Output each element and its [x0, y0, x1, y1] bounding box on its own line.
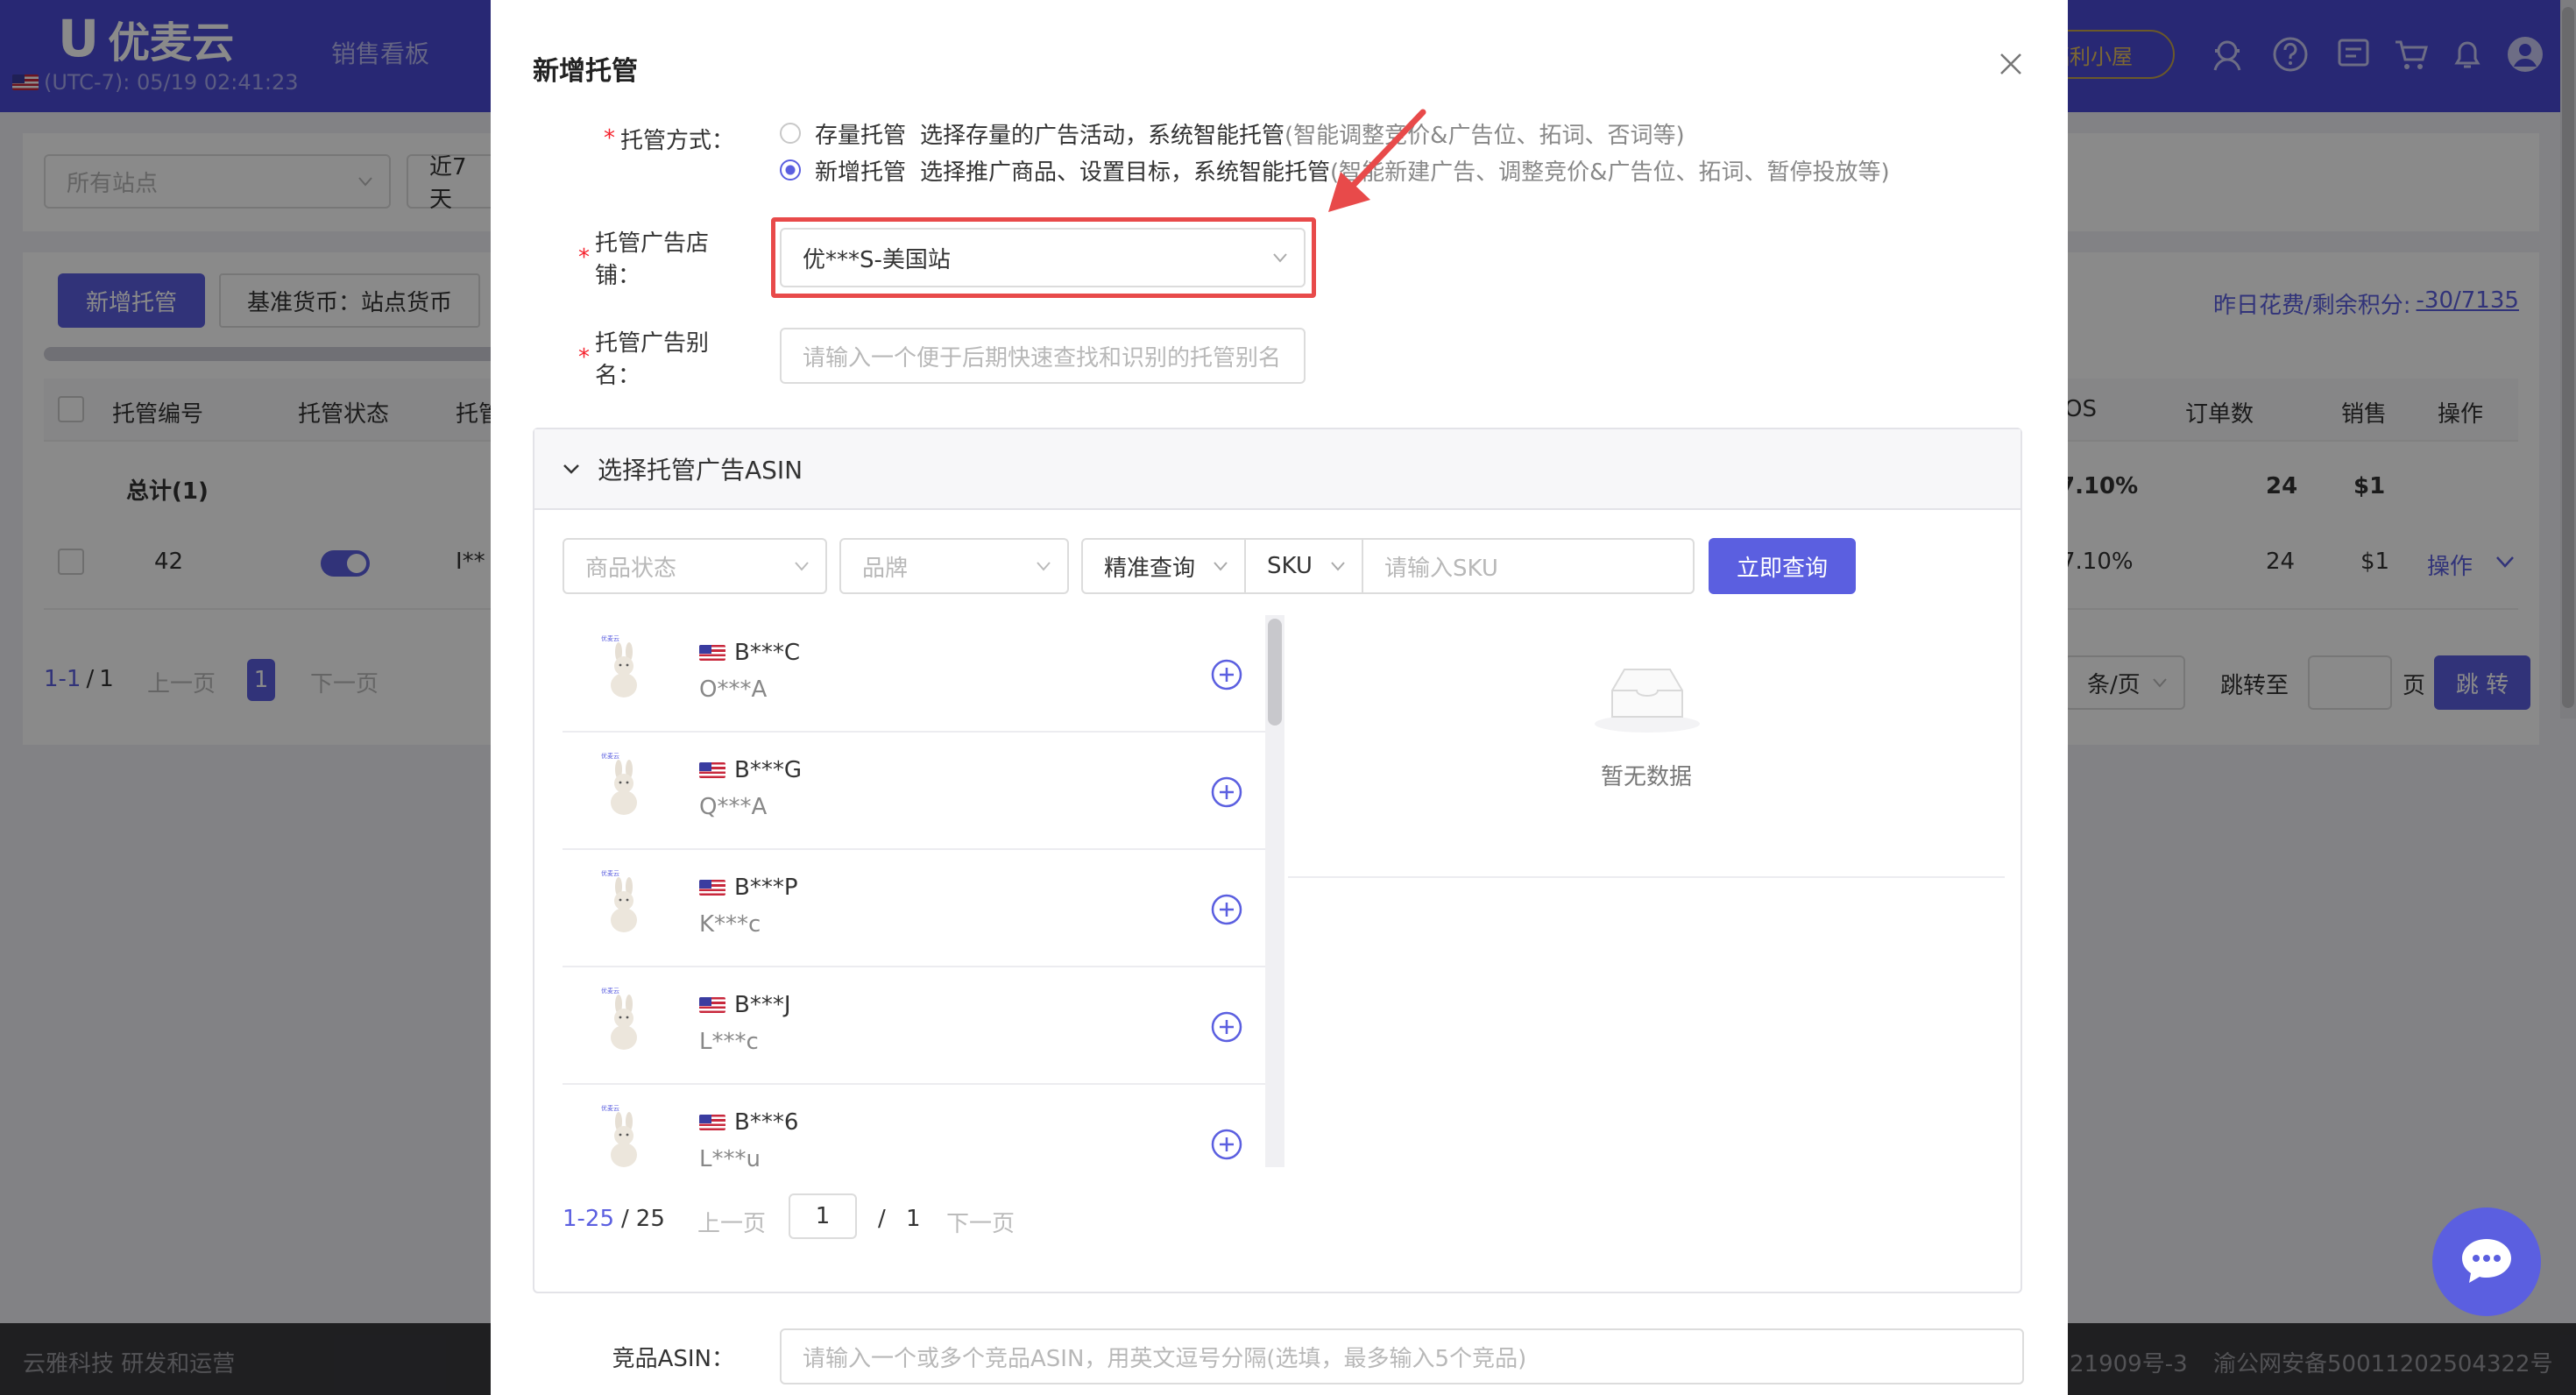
- us-flag-icon: [699, 762, 725, 778]
- chat-button[interactable]: [2432, 1207, 2541, 1316]
- alias-input[interactable]: 请输入一个便于后期快速查找和识别的托管别名: [780, 328, 1306, 384]
- list-item[interactable]: 优麦云 B***C O***A: [563, 615, 1265, 733]
- product-asin: B***J: [699, 992, 791, 1018]
- asin-page-count: 1: [906, 1206, 921, 1232]
- asin-next-page[interactable]: 下一页: [946, 1206, 1015, 1238]
- product-sku: L***u: [699, 1146, 761, 1167]
- option-stock-name: 存量托管: [815, 122, 907, 149]
- sku-search-input[interactable]: 请输入SKU: [1362, 538, 1695, 594]
- product-image[interactable]: 优麦云: [592, 750, 655, 820]
- search-field-select[interactable]: SKU: [1244, 538, 1363, 594]
- new-hosting-dialog: 新增托管 * 托管方式： 存量托管 选择存量的广告活动，系统智能托管 (智能调整竞…: [491, 0, 2068, 1395]
- asin-page-separator: /: [878, 1206, 886, 1232]
- selected-list: 暂无数据: [1288, 615, 2005, 878]
- store-label: * 托管广告店铺：: [578, 230, 710, 289]
- query-button[interactable]: 立即查询: [1709, 538, 1856, 594]
- brand-select[interactable]: 品牌: [839, 538, 1069, 594]
- competitor-label: 竞品ASIN：: [612, 1345, 734, 1372]
- empty-inbox-icon: [1595, 669, 1700, 733]
- radio-stock[interactable]: [780, 123, 801, 144]
- close-icon[interactable]: [1996, 49, 2026, 79]
- product-asin: B***G: [699, 757, 802, 783]
- product-sku: L***c: [699, 1029, 759, 1055]
- asin-panel: 选择托管广告ASIN 商品状态 品牌 精准查询 SKU 请输入SKU 立即查询 …: [533, 428, 2022, 1293]
- asin-page-range: 1-25: [563, 1206, 615, 1232]
- product-status-select[interactable]: 商品状态: [563, 538, 827, 594]
- product-asin: B***C: [699, 640, 800, 666]
- add-circle-icon[interactable]: [1211, 894, 1242, 925]
- annotation-arrow: [1328, 109, 1426, 212]
- collapse-chevron-icon[interactable]: [563, 462, 580, 476]
- alias-label: * 托管广告别名：: [578, 330, 710, 389]
- product-image-brand-tag: 优麦云: [601, 634, 619, 642]
- us-flag-icon: [699, 997, 725, 1013]
- empty-text: 暂无数据: [1600, 764, 1692, 790]
- chat-bubble-icon: [2462, 1239, 2511, 1283]
- dialog-title: 新增托管: [533, 56, 638, 87]
- asin-pagination: 1-25 / 25: [563, 1206, 665, 1232]
- highlight-box: [771, 217, 1316, 298]
- us-flag-icon: [699, 1115, 725, 1130]
- option-stock-desc: 选择存量的广告活动，系统智能托管: [920, 122, 1285, 149]
- asin-page-input[interactable]: 1: [789, 1193, 857, 1239]
- product-image-brand-tag: 优麦云: [601, 869, 619, 877]
- hosting-mode-option-stock[interactable]: 存量托管 选择存量的广告活动，系统智能托管 (智能调整竞价&广告位、拓词、否词等…: [780, 117, 1685, 149]
- product-sku: O***A: [699, 676, 768, 703]
- radio-new[interactable]: [780, 159, 801, 181]
- list-item[interactable]: 优麦云 B***J L***c: [563, 967, 1265, 1085]
- asin-panel-header[interactable]: 选择托管广告ASIN: [534, 429, 2020, 510]
- product-image-brand-tag: 优麦云: [601, 987, 619, 995]
- product-sku: K***c: [699, 911, 761, 938]
- list-item[interactable]: 优麦云 B***P K***c: [563, 850, 1265, 967]
- product-asin: B***P: [699, 875, 798, 901]
- asin-prev-page[interactable]: 上一页: [697, 1206, 766, 1238]
- hosting-mode-label: * 托管方式：: [603, 125, 734, 154]
- us-flag-icon: [699, 880, 725, 896]
- add-circle-icon[interactable]: [1211, 1129, 1242, 1160]
- asin-total-count: 25: [635, 1206, 665, 1232]
- product-image-brand-tag: 优麦云: [601, 752, 619, 760]
- match-mode-select[interactable]: 精准查询: [1081, 538, 1246, 594]
- product-image[interactable]: 优麦云: [592, 633, 655, 703]
- list-item[interactable]: 优麦云 B***6 L***u: [563, 1085, 1265, 1167]
- product-image-brand-tag: 优麦云: [601, 1104, 619, 1112]
- asin-panel-title: 选择托管广告ASIN: [598, 456, 803, 485]
- product-list-scrollbar[interactable]: [1265, 615, 1284, 1167]
- add-circle-icon[interactable]: [1211, 776, 1242, 808]
- option-new-name: 新增托管: [815, 159, 907, 186]
- product-list[interactable]: 优麦云 B***C O***A 优麦云 B***G Q***A 优麦云 B***…: [563, 615, 1265, 1167]
- product-image[interactable]: 优麦云: [592, 867, 655, 938]
- add-circle-icon[interactable]: [1211, 659, 1242, 690]
- add-circle-icon[interactable]: [1211, 1011, 1242, 1043]
- us-flag-icon: [699, 645, 725, 661]
- product-image[interactable]: 优麦云: [592, 985, 655, 1055]
- product-sku: Q***A: [699, 794, 768, 820]
- list-item[interactable]: 优麦云 B***G Q***A: [563, 733, 1265, 850]
- product-image[interactable]: 优麦云: [592, 1102, 655, 1167]
- competitor-asin-input[interactable]: 请输入一个或多个竞品ASIN，用英文逗号分隔(选填，最多输入5个竞品): [780, 1328, 2024, 1384]
- product-asin: B***6: [699, 1109, 798, 1136]
- option-new-desc: 选择推广商品、设置目标，系统智能托管: [920, 159, 1331, 186]
